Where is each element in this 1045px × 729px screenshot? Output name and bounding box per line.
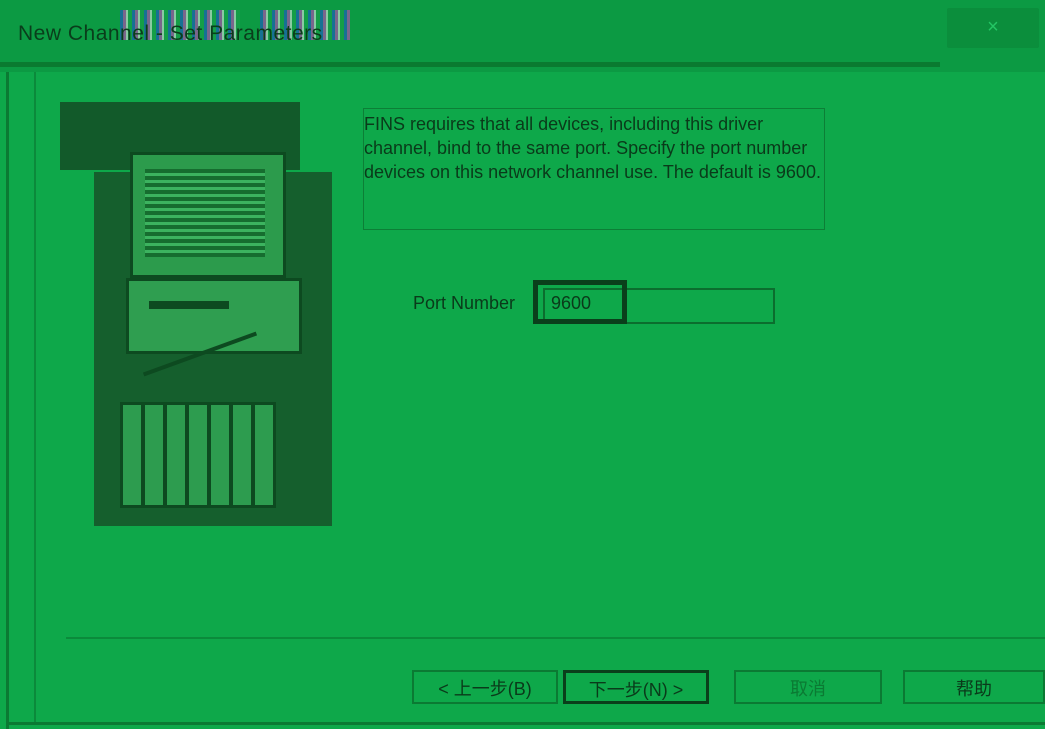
help-button[interactable]: 帮助 xyxy=(903,670,1045,704)
title-bar: New Channel - Set Parameters × xyxy=(0,0,1045,72)
frame-edge xyxy=(34,72,36,722)
cancel-button[interactable]: 取消 xyxy=(734,670,882,704)
next-button[interactable]: 下一步(N) > xyxy=(563,670,709,704)
port-number-label: Port Number xyxy=(413,293,516,313)
disk-drive-icon xyxy=(149,301,229,309)
close-button[interactable]: × xyxy=(947,8,1039,48)
window-bottom-edge xyxy=(6,722,1045,725)
title-divider xyxy=(0,62,940,67)
window-title: New Channel - Set Parameters xyxy=(18,22,323,45)
dialog-window: New Channel - Set Parameters × FINS requ… xyxy=(0,0,1045,729)
wizard-illustration xyxy=(60,102,332,526)
monitor-screen xyxy=(145,169,265,257)
frame-edge xyxy=(6,72,9,729)
port-number-value[interactable]: 9600 xyxy=(551,293,592,314)
computer-monitor-icon xyxy=(130,152,286,278)
button-separator xyxy=(66,637,1045,639)
back-button[interactable]: < 上一步(B) xyxy=(412,670,558,704)
computer-base-icon xyxy=(126,278,302,354)
description-text: FINS requires that all devices, includin… xyxy=(364,114,821,182)
plc-rack-icon xyxy=(120,402,276,508)
